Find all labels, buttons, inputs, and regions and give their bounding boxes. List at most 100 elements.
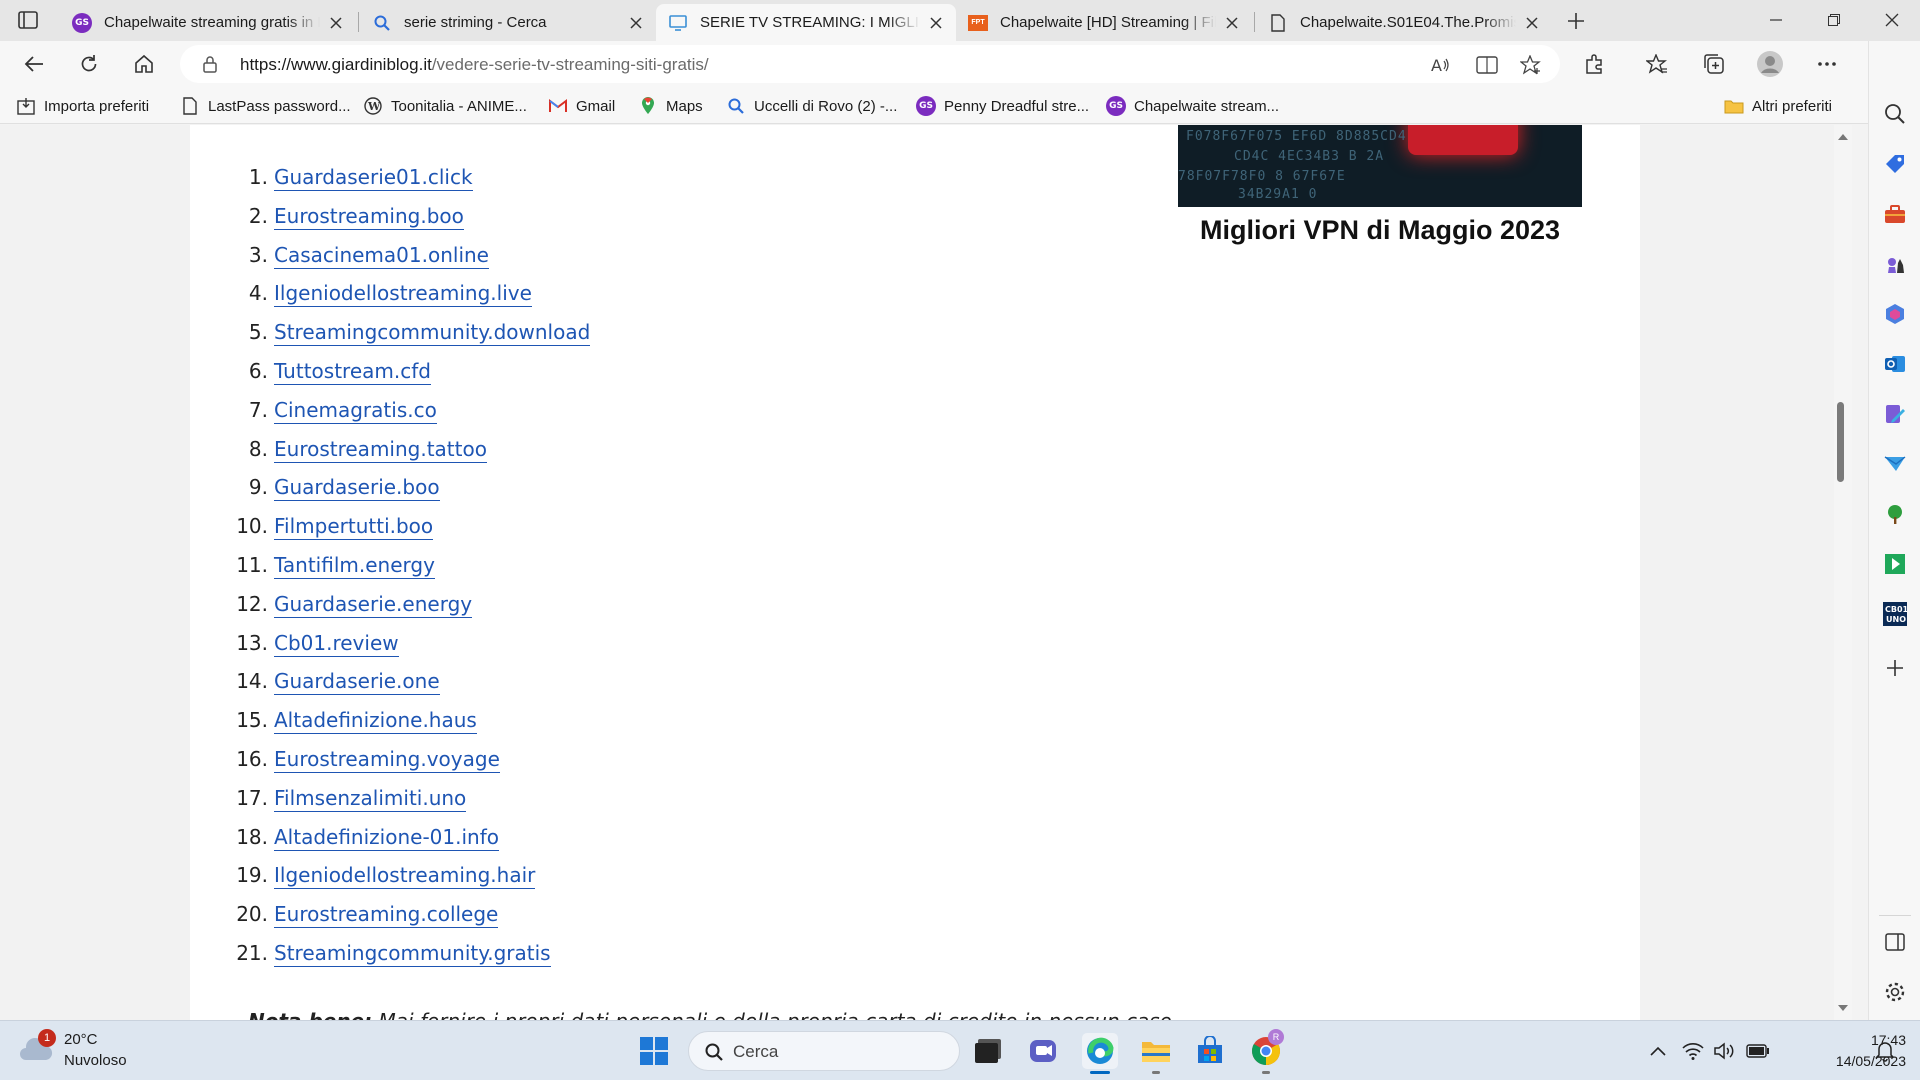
tab-chapelwaite-hd[interactable]: FPT Chapelwaite [HD] Streaming | Film: [956, 4, 1252, 41]
new-tab-icon[interactable]: [1562, 7, 1590, 35]
home-icon[interactable]: [128, 48, 160, 80]
edit-icon[interactable]: [1882, 401, 1908, 427]
fav-penny-dreadful[interactable]: GS Penny Dreadful stre...: [916, 94, 1089, 118]
site-link[interactable]: Eurostreaming.voyage: [274, 747, 500, 773]
tag-icon[interactable]: [1882, 151, 1908, 177]
edge-browser-icon[interactable]: [1082, 1033, 1118, 1074]
toolbox-icon[interactable]: [1882, 201, 1908, 227]
site-link[interactable]: Streamingcommunity.download: [274, 320, 591, 347]
more-options-icon[interactable]: [1812, 49, 1842, 79]
close-icon[interactable]: [326, 13, 346, 33]
back-arrow-icon[interactable]: [18, 48, 50, 80]
chevron-up-icon[interactable]: [1640, 1033, 1676, 1069]
task-view-icon[interactable]: [970, 1033, 1006, 1069]
page-scrollbar[interactable]: [1834, 125, 1852, 1020]
fav-other-favorites[interactable]: Altri preferiti: [1724, 94, 1832, 118]
site-link[interactable]: Tantifilm.energy: [274, 553, 435, 579]
scroll-down-icon[interactable]: [1837, 1004, 1849, 1012]
vpn-caption[interactable]: Migliori VPN di Maggio 2023: [1178, 215, 1582, 246]
weather-description[interactable]: Nuvoloso: [64, 1052, 127, 1069]
scroll-thumb[interactable]: [1837, 402, 1844, 482]
close-window-icon[interactable]: [1864, 0, 1920, 40]
profile-avatar-icon[interactable]: [1755, 49, 1785, 79]
weather-temperature[interactable]: 20°C: [64, 1031, 98, 1048]
site-link[interactable]: Filmpertutti.boo: [274, 514, 434, 541]
site-link[interactable]: Filmsenzalimiti.uno: [274, 786, 467, 812]
site-link[interactable]: Altadefinizione-01.info: [274, 825, 499, 851]
wifi-icon[interactable]: [1680, 1033, 1706, 1069]
teams-chat-icon[interactable]: [1026, 1033, 1062, 1069]
site-link[interactable]: Eurostreaming.boo: [274, 204, 464, 230]
battery-icon[interactable]: [1744, 1033, 1772, 1069]
close-icon[interactable]: [926, 13, 946, 33]
chrome-icon[interactable]: R: [1248, 1029, 1284, 1074]
site-link[interactable]: Cinemagratis.co: [274, 398, 437, 424]
fav-import[interactable]: Importa preferiti: [16, 94, 149, 118]
list-number: 15.: [236, 708, 268, 733]
immersive-reader-icon[interactable]: [1476, 54, 1498, 76]
add-favorite-icon[interactable]: [1520, 54, 1542, 76]
taskbar-search-box[interactable]: Cerca: [688, 1031, 960, 1071]
address-bar[interactable]: https://www.giardiniblog.it/vedere-serie…: [180, 45, 1560, 83]
collections-icon[interactable]: [1699, 49, 1729, 79]
fav-label: Altri preferiti: [1752, 97, 1833, 115]
site-link[interactable]: Cb01.review: [274, 631, 399, 657]
site-link[interactable]: Guardaserie.one: [274, 669, 440, 696]
close-icon[interactable]: [1522, 13, 1542, 33]
microsoft-store-icon[interactable]: [1192, 1033, 1228, 1069]
chess-icon[interactable]: [1882, 251, 1908, 277]
search-icon[interactable]: [1882, 101, 1908, 127]
vpn-banner-image[interactable]: F078F67F075 EF6D 8D885CD4 CD4C 4EC34B3 B…: [1178, 125, 1582, 207]
split-screen-icon[interactable]: [1882, 929, 1908, 955]
tab-search[interactable]: serie striming - Cerca: [360, 4, 656, 41]
play-icon[interactable]: [1882, 551, 1908, 577]
read-aloud-icon[interactable]: A: [1430, 54, 1452, 76]
fav-toonitalia[interactable]: W Toonitalia - ANIME...: [363, 94, 527, 118]
refresh-icon[interactable]: [73, 48, 105, 80]
favorites-icon[interactable]: [1642, 49, 1672, 79]
restore-icon[interactable]: [1806, 0, 1862, 40]
fav-uccelli[interactable]: Uccelli di Rovo (2) -...: [726, 94, 897, 118]
url-text[interactable]: https://www.giardiniblog.it/vedere-serie…: [240, 55, 709, 75]
site-link[interactable]: Tuttostream.cfd: [274, 359, 431, 385]
tree-icon[interactable]: [1882, 501, 1908, 527]
tab-chapelwaite-file[interactable]: Chapelwaite.S01E04.The.Promise: [1256, 4, 1552, 41]
outlook-icon[interactable]: [1882, 351, 1908, 377]
weather-cloud-icon[interactable]: 1: [18, 1029, 56, 1067]
send-icon[interactable]: [1882, 451, 1908, 477]
lock-icon[interactable]: [202, 55, 218, 78]
site-link[interactable]: Eurostreaming.tattoo: [274, 437, 487, 463]
site-link[interactable]: Streamingcommunity.gratis: [274, 941, 551, 967]
cb01-icon[interactable]: CB01 UNO: [1882, 601, 1908, 627]
settings-gear-icon[interactable]: [1882, 979, 1908, 1005]
site-link[interactable]: Guardaserie.boo: [274, 475, 440, 502]
site-link[interactable]: Guardaserie01.click: [274, 165, 473, 191]
site-link[interactable]: Guardaserie.energy: [274, 592, 473, 618]
close-icon[interactable]: [1222, 13, 1242, 33]
folder-icon: [1724, 96, 1744, 116]
site-link[interactable]: Casacinema01.online: [274, 243, 489, 269]
scroll-up-icon[interactable]: [1837, 133, 1849, 141]
tab-serie-tv-active[interactable]: SERIE TV STREAMING: I MIGLIORI SITI: [656, 4, 956, 41]
fav-lastpass[interactable]: LastPass password...: [180, 94, 351, 118]
notifications-bell-icon[interactable]: [1870, 1033, 1900, 1069]
close-icon[interactable]: [626, 13, 646, 33]
site-link[interactable]: Altadefinizione.haus: [274, 708, 477, 735]
volume-icon[interactable]: [1712, 1033, 1738, 1069]
windows-start-icon[interactable]: [636, 1033, 672, 1069]
tab-actions-menu-icon[interactable]: [14, 8, 42, 32]
favorites-bar: Importa preferiti LastPass password... W…: [0, 87, 1920, 124]
site-link[interactable]: Eurostreaming.college: [274, 902, 499, 929]
add-icon[interactable]: [1882, 655, 1908, 681]
office-icon[interactable]: [1882, 301, 1908, 327]
extensions-icon[interactable]: [1580, 49, 1610, 79]
fav-chapelwaite[interactable]: GS Chapelwaite stream...: [1106, 94, 1279, 118]
fav-maps[interactable]: Maps: [638, 94, 703, 118]
minimize-icon[interactable]: [1748, 0, 1804, 40]
site-link[interactable]: Ilgeniodellostreaming.live: [274, 281, 532, 308]
tab-chapelwaite-gs[interactable]: GS Chapelwaite streaming gratis in HD: [60, 4, 356, 41]
list-number: 5.: [248, 320, 268, 345]
site-link[interactable]: Ilgeniodellostreaming.hair: [274, 863, 536, 890]
file-explorer-icon[interactable]: [1138, 1033, 1174, 1074]
fav-gmail[interactable]: Gmail: [548, 94, 615, 118]
